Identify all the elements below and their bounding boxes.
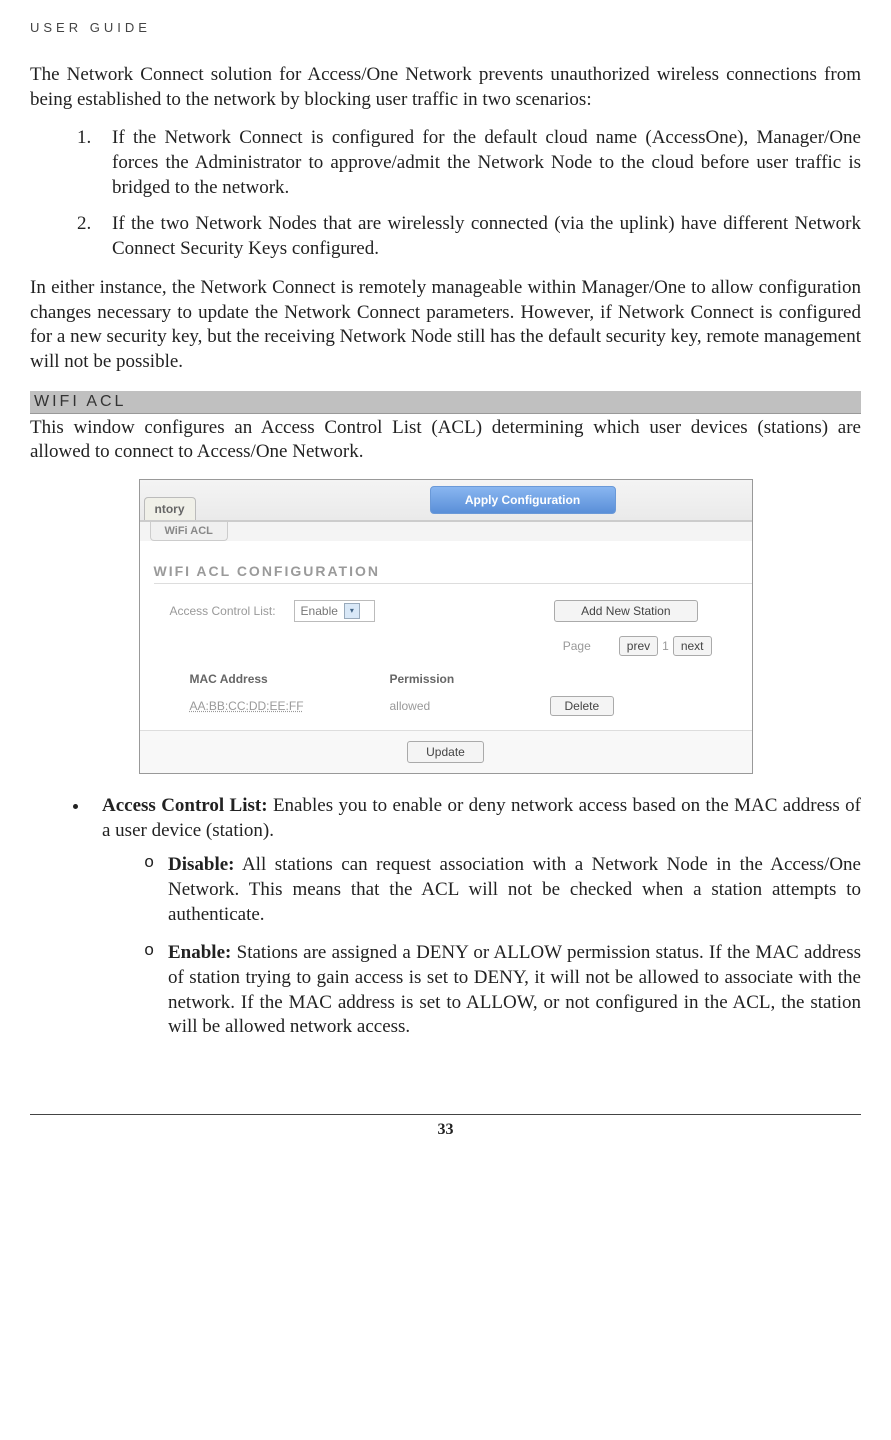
sub-bullet-disable-body: All stations can request association wit… bbox=[168, 854, 861, 924]
intro-paragraph: The Network Connect solution for Access/… bbox=[30, 63, 861, 112]
sub-bullet-disable-title: Disable: bbox=[168, 854, 235, 875]
col-permission: Permission bbox=[390, 672, 550, 686]
bullet-list: Access Control List: Enables you to enab… bbox=[30, 794, 861, 1040]
apply-configuration-button[interactable]: Apply Configuration bbox=[430, 486, 616, 514]
scenario-1: If the Network Connect is configured for… bbox=[96, 126, 861, 200]
next-button[interactable]: next bbox=[673, 636, 712, 656]
delete-button[interactable]: Delete bbox=[550, 696, 615, 716]
sub-bullet-list: Disable: All stations can request associ… bbox=[102, 853, 861, 1040]
panel-title: WIFI ACL CONFIGURATION bbox=[154, 563, 752, 584]
section-intro: This window configures an Access Control… bbox=[30, 416, 861, 465]
acl-label: Access Control List: bbox=[170, 604, 276, 618]
page-number-indicator: 1 bbox=[662, 639, 669, 653]
col-mac-address: MAC Address bbox=[190, 672, 390, 686]
page-label: Page bbox=[563, 639, 591, 653]
sub-bullet-enable: Enable: Stations are assigned a DENY or … bbox=[150, 941, 861, 1040]
prev-button[interactable]: prev bbox=[619, 636, 658, 656]
subtab-wifi-acl[interactable]: WiFi ACL bbox=[150, 522, 228, 541]
running-header: USER GUIDE bbox=[30, 20, 861, 35]
table-row: AA:BB:CC:DD:EE:FF allowed Delete bbox=[140, 692, 752, 730]
table-header: MAC Address Permission bbox=[140, 666, 752, 692]
acl-select-value: Enable bbox=[301, 604, 338, 618]
mac-address-link[interactable]: AA:BB:CC:DD:EE:FF bbox=[190, 699, 390, 713]
sub-bullet-enable-body: Stations are assigned a DENY or ALLOW pe… bbox=[168, 942, 861, 1037]
chevron-down-icon: ▾ bbox=[344, 603, 360, 619]
permission-value: allowed bbox=[390, 699, 550, 713]
scenario-2: If the two Network Nodes that are wirele… bbox=[96, 212, 861, 261]
either-instance-paragraph: In either instance, the Network Connect … bbox=[30, 276, 861, 375]
sub-bullet-enable-title: Enable: bbox=[168, 942, 231, 963]
scenario-list: If the Network Connect is configured for… bbox=[30, 126, 861, 261]
update-button[interactable]: Update bbox=[407, 741, 484, 763]
bullet-acl-title: Access Control List: bbox=[102, 795, 268, 816]
wifi-acl-screenshot: ntory Apply Configuration WiFi ACL WIFI … bbox=[139, 479, 753, 774]
acl-select[interactable]: Enable ▾ bbox=[294, 600, 375, 622]
sub-bullet-disable: Disable: All stations can request associ… bbox=[150, 853, 861, 927]
page-number: 33 bbox=[30, 1114, 861, 1145]
section-heading-wifi-acl: WIFI ACL bbox=[30, 391, 861, 414]
bullet-acl: Access Control List: Enables you to enab… bbox=[90, 794, 861, 1040]
add-new-station-button[interactable]: Add New Station bbox=[554, 600, 697, 622]
tab-inventory-partial[interactable]: ntory bbox=[144, 497, 196, 520]
